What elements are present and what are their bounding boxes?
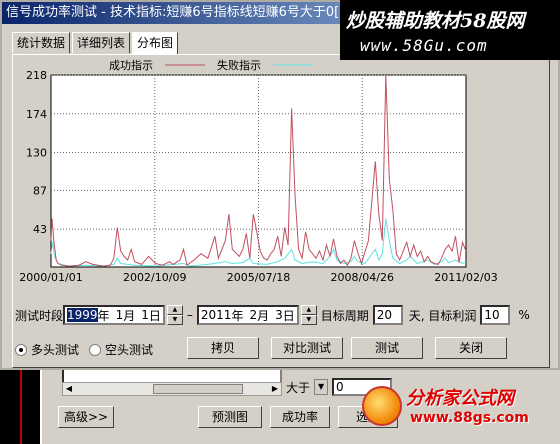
tab-statistics[interactable]: 统计数据 — [12, 32, 71, 53]
start-day[interactable]: 1 — [141, 308, 149, 322]
target-profit-input[interactable]: 10 — [480, 305, 511, 325]
start-month[interactable]: 1 — [116, 308, 124, 322]
watermark-top-title: 炒股辅助教材58股网 — [346, 10, 525, 32]
end-date-spinner[interactable]: ▲ ▼ — [300, 305, 317, 325]
tab-panel: 43 87 130 174 218 2000/01/01 2002/10/09 2005/07… — [12, 54, 550, 368]
compare-test-button[interactable]: 对比测试 — [271, 337, 343, 359]
y-tick-label: 130 — [26, 147, 47, 160]
scroll-left-icon[interactable]: ◀ — [63, 383, 75, 395]
watermark-logo-icon — [362, 386, 402, 426]
start-month-suffix: 月 — [123, 308, 136, 323]
end-month[interactable]: 2 — [249, 308, 257, 322]
spin-up-icon[interactable]: ▲ — [300, 305, 317, 315]
watermark-top-url: www.58Gu.com — [360, 36, 488, 55]
radio-empty-icon[interactable] — [89, 343, 102, 356]
x-tick-label: 2002/10/09 — [123, 271, 186, 284]
direction-radio-group: 多头测试 空头测试 — [15, 341, 163, 358]
end-year[interactable]: 2011 — [201, 308, 232, 322]
scroll-right-icon[interactable]: ▶ — [269, 383, 281, 395]
spin-down-icon[interactable]: ▼ — [300, 315, 317, 325]
x-tick-label: 2005/07/18 — [227, 271, 290, 284]
watermark-bottom-title: 分析家公式网 — [406, 388, 514, 409]
tab-detail-list[interactable]: 详细列表 — [72, 32, 131, 53]
end-day[interactable]: 3 — [275, 308, 283, 322]
long-test-radio[interactable]: 多头测试 — [15, 341, 79, 358]
test-period-label: 测试时段 — [15, 308, 64, 323]
target-period-label: 目标周期 — [320, 308, 369, 323]
end-month-suffix: 月 — [257, 308, 270, 323]
close-button[interactable]: 关闭 — [435, 337, 507, 359]
target-period-unit: 天, 目标利润 — [408, 308, 477, 323]
y-tick-label: 87 — [33, 184, 47, 197]
distribution-chart: 43 87 130 174 218 2000/01/01 2002/10/09 2005/07… — [19, 58, 497, 284]
x-tick-label: 2011/02/03 — [434, 271, 497, 284]
background-scrollbar[interactable]: ◀ ▶ — [62, 382, 282, 396]
end-year-suffix: 年 — [231, 308, 244, 323]
target-profit-unit: % — [518, 308, 530, 322]
y-tick-label: 174 — [26, 108, 47, 121]
start-year[interactable]: 1999 — [67, 308, 98, 322]
watermark-bottom-url: www.88gs.com — [410, 410, 529, 426]
success-rate-button[interactable]: 成功率 — [270, 406, 330, 428]
long-test-label: 多头测试 — [31, 343, 80, 357]
start-date-picker[interactable]: 1999 年 1 月 1 日 — [63, 305, 165, 325]
comparison-select-label: 大于 — [286, 380, 311, 395]
predict-chart-button[interactable]: 预测图 — [198, 406, 262, 428]
copy-button[interactable]: 拷贝 — [187, 337, 259, 359]
tab-strip: 统计数据 详细列表 分布图 — [12, 32, 179, 54]
y-tick-label: 43 — [33, 223, 47, 236]
y-tick-label: 218 — [26, 69, 47, 82]
advanced-button[interactable]: 高级>> — [58, 406, 114, 428]
start-year-suffix: 年 — [97, 308, 110, 323]
end-date-picker[interactable]: 2011 年 2 月 3 日 — [196, 305, 299, 325]
legend-label: 失败指示 — [217, 58, 261, 72]
legend-label: 成功指示 — [109, 58, 153, 72]
spin-down-icon[interactable]: ▼ — [166, 315, 183, 325]
x-tick-label: 2000/01/01 — [19, 271, 82, 284]
tab-distribution[interactable]: 分布图 — [132, 32, 179, 54]
run-test-button[interactable]: 测试 — [351, 337, 423, 359]
spin-up-icon[interactable]: ▲ — [166, 305, 183, 315]
short-test-label: 空头测试 — [105, 343, 154, 357]
short-test-radio[interactable]: 空头测试 — [89, 341, 153, 358]
start-day-suffix: 日 — [148, 308, 161, 323]
target-period-input[interactable]: 20 — [372, 305, 403, 325]
start-date-spinner[interactable]: ▲ ▼ — [166, 305, 183, 325]
radio-selected-icon[interactable] — [15, 343, 27, 356]
test-period-row: 测试时段 1999 年 1 月 1 日 ▲ ▼ – 2011 年 2 月 3 日 — [15, 305, 530, 325]
x-tick-label: 2008/04/26 — [331, 271, 394, 284]
watermark-bottom: 分析家公式网 www.88gs.com — [358, 382, 558, 442]
end-day-suffix: 日 — [282, 308, 295, 323]
watermark-top: 炒股辅助教材58股网 www.58Gu.com — [340, 0, 560, 60]
date-separator: – — [186, 308, 193, 322]
scrollbar-thumb[interactable] — [153, 384, 243, 394]
chevron-down-icon[interactable]: ▼ — [314, 379, 329, 395]
